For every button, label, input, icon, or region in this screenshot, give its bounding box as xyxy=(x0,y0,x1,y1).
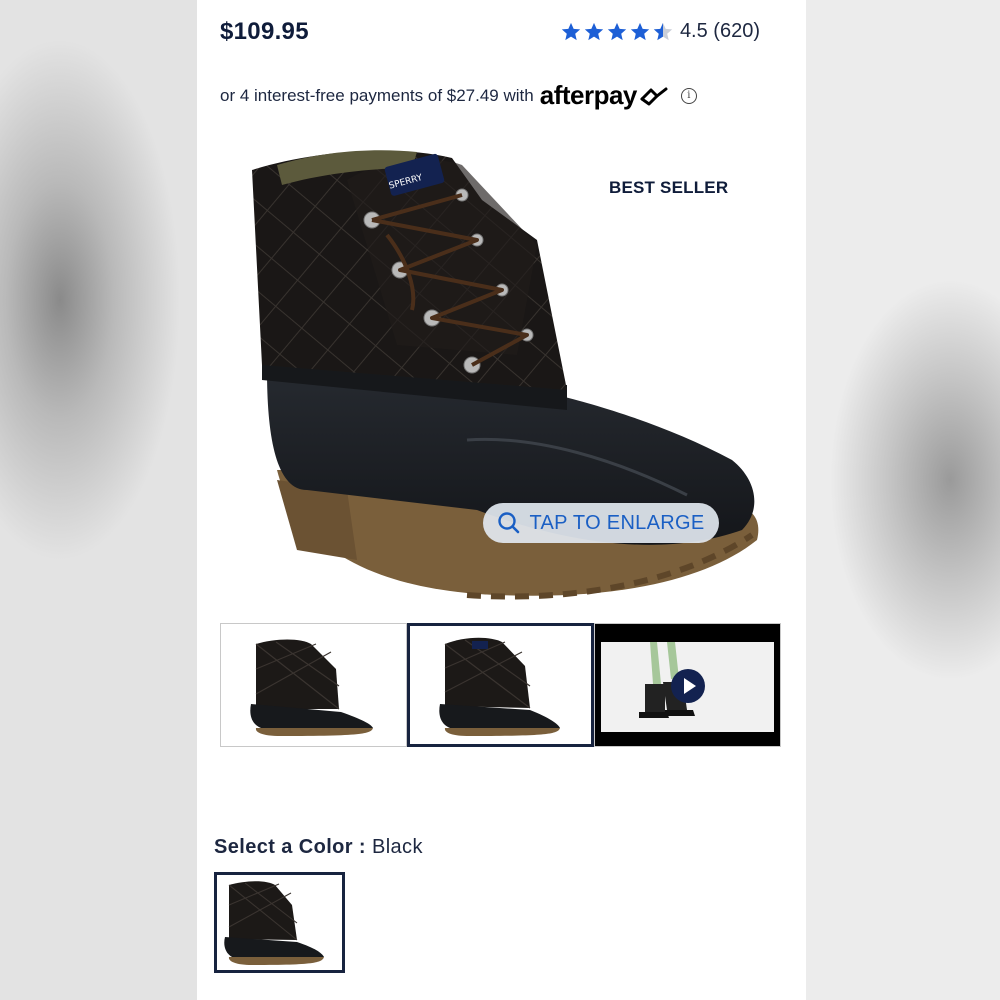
star-icon xyxy=(584,22,604,40)
product-panel: $109.95 4.5 (620) or 4 interest-free pay… xyxy=(197,0,806,1000)
rating-text: 4.5 (620) xyxy=(679,20,760,42)
afterpay-text: or 4 interest-free payments of $27.49 wi… xyxy=(220,85,534,105)
rating-summary[interactable]: 4.5 (620) xyxy=(560,20,760,43)
color-label-prefix: Select a Color : xyxy=(214,836,372,858)
star-icon xyxy=(561,22,581,40)
star-icon xyxy=(607,22,627,40)
star-half-icon xyxy=(653,22,673,40)
color-swatch-black[interactable] xyxy=(214,872,345,973)
afterpay-arrows-icon xyxy=(640,87,668,105)
boot-angle-image-icon xyxy=(439,637,560,736)
product-price: $109.95 xyxy=(220,18,309,45)
afterpay-message: or 4 interest-free payments of $27.49 wi… xyxy=(220,80,697,111)
play-icon xyxy=(671,669,705,703)
boot-side-image-icon xyxy=(250,639,373,736)
star-icon xyxy=(630,22,650,40)
thumbnail-strip xyxy=(220,623,782,749)
thumbnail-video[interactable] xyxy=(594,623,781,747)
magnifier-icon xyxy=(498,512,520,534)
afterpay-logo-text: afterpay xyxy=(539,80,638,110)
color-selector-label: Select a Color : Black xyxy=(214,836,423,859)
tap-to-enlarge-label: TAP TO ENLARGE xyxy=(529,511,705,534)
thumbnail-2[interactable] xyxy=(407,623,594,747)
background-left xyxy=(0,0,200,1000)
rating-stars xyxy=(560,21,674,43)
background-right xyxy=(800,0,1000,1000)
thumbnail-1[interactable] xyxy=(220,623,407,747)
selected-color-name: Black xyxy=(371,836,423,858)
black-boot-swatch-image xyxy=(224,881,324,965)
best-seller-badge: BEST SELLER xyxy=(609,178,729,197)
info-icon[interactable]: i xyxy=(680,87,697,104)
afterpay-logo: afterpay xyxy=(540,80,669,111)
tap-to-enlarge-button[interactable]: TAP TO ENLARGE xyxy=(483,503,719,543)
